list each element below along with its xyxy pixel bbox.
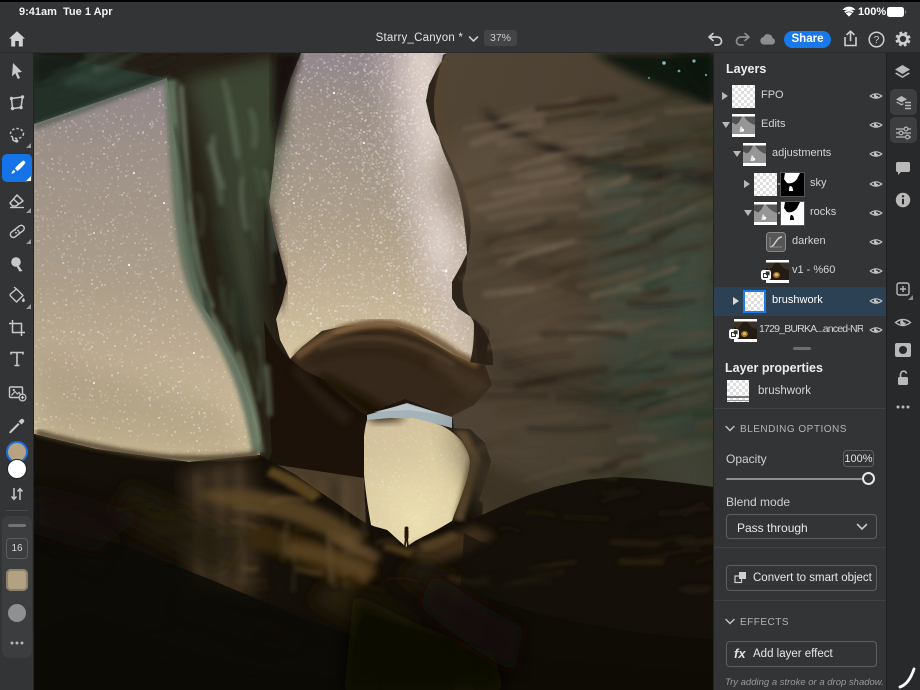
svg-text:?: ? bbox=[874, 35, 880, 46]
